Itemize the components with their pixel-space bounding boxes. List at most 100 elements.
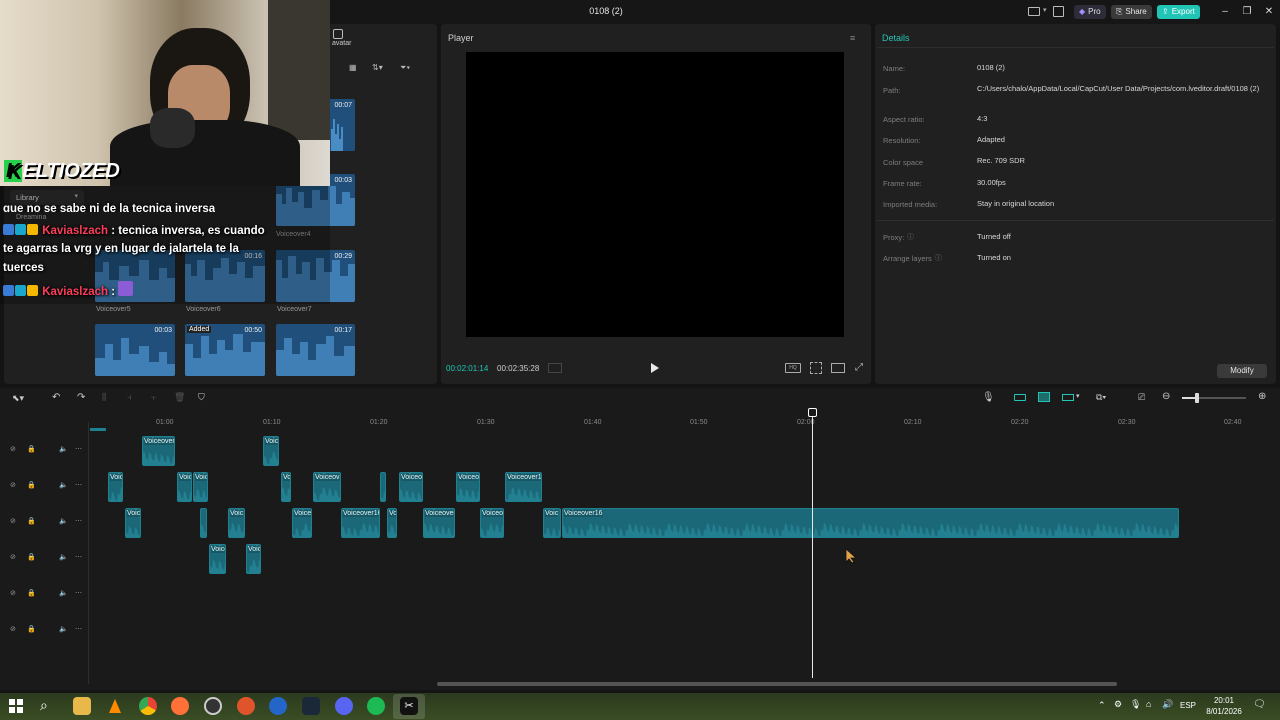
more-icon[interactable]: ⋯ [75,481,82,489]
volume-icon[interactable]: 🔈 [59,481,68,489]
notification-icon[interactable]: 🗨 [1253,699,1266,710]
sort-icon[interactable]: ⇅▾ [372,63,383,72]
link-icon[interactable] [1038,392,1050,402]
zoom-slider[interactable] [1182,393,1246,403]
play-icon[interactable] [650,362,660,374]
redo-icon[interactable]: ↷ [77,392,85,403]
split-icon[interactable]: ⫼ [102,392,106,403]
timeline-clip[interactable]: Voic [125,508,141,538]
network-icon[interactable]: ⌂ [1146,699,1151,709]
timeline-clip[interactable]: Voice [292,508,312,538]
video-preview[interactable] [466,52,844,337]
zoom-out-icon[interactable]: ⊖ [1162,391,1170,402]
search-icon[interactable]: ⌕ [40,697,48,714]
timeline-clip[interactable] [200,508,207,538]
clock-time[interactable]: 20:01 [1204,696,1244,705]
chevron-down-icon[interactable]: ▾ [1076,392,1080,400]
avatar-icon[interactable] [333,29,343,39]
hide-track-icon[interactable]: ⊘ [10,445,16,453]
timeline-clip[interactable]: Voic [177,472,192,502]
timeline-clip[interactable]: Voiceover16 [341,508,380,538]
chevron-up-icon[interactable]: ⌃ [1098,700,1106,711]
fullscreen-icon[interactable]: ⤢ [855,362,863,373]
chevron-down-icon[interactable]: ▾ [1043,6,1047,14]
undo-icon[interactable]: ↶ [52,392,60,403]
obs-icon[interactable] [204,697,222,715]
windows-start-icon[interactable] [9,699,23,713]
marker-icon[interactable]: ⛉ [198,392,205,403]
delete-icon[interactable]: 🗑 [174,392,185,403]
trim-right-icon[interactable]: ⫟ [151,392,156,403]
timeline-clip[interactable]: Voiceover1 [142,436,175,466]
media-clip[interactable]: 00:03 [95,324,175,376]
timeline-clip[interactable]: Voic [543,508,561,538]
tab-avatar[interactable]: avatar [332,40,351,47]
microphone-icon[interactable]: 🎙 [982,392,995,403]
zoom-in-icon[interactable]: ⊕ [1258,391,1266,402]
lock-icon[interactable]: 🔒 [27,589,36,597]
share-button[interactable]: ⎘ Share [1111,5,1152,19]
timeline-clip[interactable]: Voic [246,544,261,574]
language-indicator[interactable]: ESP [1180,701,1196,710]
trim-left-icon[interactable]: ⫞ [127,392,132,403]
discord-icon[interactable] [335,697,353,715]
lock-icon[interactable]: 🔒 [27,517,36,525]
lock-icon[interactable]: 🔒 [27,445,36,453]
playhead-handle[interactable] [808,408,817,417]
layout-icon[interactable] [1028,7,1040,16]
spotify-icon[interactable] [367,697,385,715]
volume-icon[interactable]: 🔊 [1162,699,1173,710]
timeline-clip[interactable]: Voiceover [423,508,455,538]
split-view-icon[interactable]: ⧉▾ [1096,392,1106,403]
timeline-clip[interactable]: Voiceover16 [562,508,1179,538]
timeline-clip[interactable]: Voic [228,508,245,538]
hide-track-icon[interactable]: ⊘ [10,517,16,525]
timeline-clip[interactable]: Voiceo [456,472,480,502]
steam-icon[interactable] [302,697,320,715]
modify-button[interactable]: Modify [1217,364,1267,378]
filter-icon[interactable]: ⏷▾ [400,63,410,73]
preview-axis-icon[interactable] [1062,394,1074,401]
hide-track-icon[interactable]: ⊘ [10,481,16,489]
help-icon[interactable]: ⓘ [935,253,942,263]
hide-track-icon[interactable]: ⊘ [10,625,16,633]
timeline-scrollbar[interactable] [437,682,1117,686]
volume-icon[interactable]: 🔈 [59,589,68,597]
more-icon[interactable]: ⋯ [75,589,82,597]
hide-track-icon[interactable]: ⊘ [10,553,16,561]
media-clip[interactable]: 00:17 [276,324,355,376]
clock-date[interactable]: 8/01/2026 [1200,707,1248,716]
caption-icon[interactable]: ⎚ [1138,392,1145,403]
firefox-icon[interactable] [171,697,189,715]
app-icon[interactable] [237,697,255,715]
capcut-taskbar-button[interactable]: ✂ [393,694,425,719]
quality-icon[interactable]: HQ [785,363,801,373]
volume-icon[interactable]: 🔈 [59,625,68,633]
lock-icon[interactable]: 🔒 [27,481,36,489]
close-icon[interactable]: ✕ [1262,5,1276,19]
timeline-clip[interactable]: Voi [387,508,397,538]
file-explorer-icon[interactable] [73,697,91,715]
volume-icon[interactable]: 🔈 [59,445,68,453]
shortcuts-icon[interactable] [1053,6,1064,17]
timeline-clip[interactable]: Voic [263,436,279,466]
more-icon[interactable]: ⋯ [75,553,82,561]
more-icon[interactable]: ⋯ [75,445,82,453]
time-ruler[interactable]: 01:00 01:10 01:20 01:30 01:40 01:50 02:0… [90,408,1280,426]
app-icon[interactable] [269,697,287,715]
select-tool-icon[interactable]: ⬉▾ [12,393,24,404]
volume-icon[interactable]: 🔈 [59,553,68,561]
timeline-clip[interactable]: Voiceo [480,508,504,538]
hide-track-icon[interactable]: ⊘ [10,589,16,597]
timeline-clip[interactable] [380,472,386,502]
vlc-icon[interactable] [106,697,124,715]
tray-icon[interactable]: ⚙ [1114,699,1122,710]
timeline-clip[interactable]: Voice [209,544,226,574]
help-icon[interactable]: ⓘ [907,232,914,242]
timeline-clip[interactable]: Voic [193,472,208,502]
more-icon[interactable]: ⋯ [75,517,82,525]
timeline-clip[interactable]: Voic [108,472,123,502]
pro-button[interactable]: ◆ Pro [1074,5,1106,19]
snap-icon[interactable] [1014,394,1026,401]
more-icon[interactable]: ⋯ [75,625,82,633]
